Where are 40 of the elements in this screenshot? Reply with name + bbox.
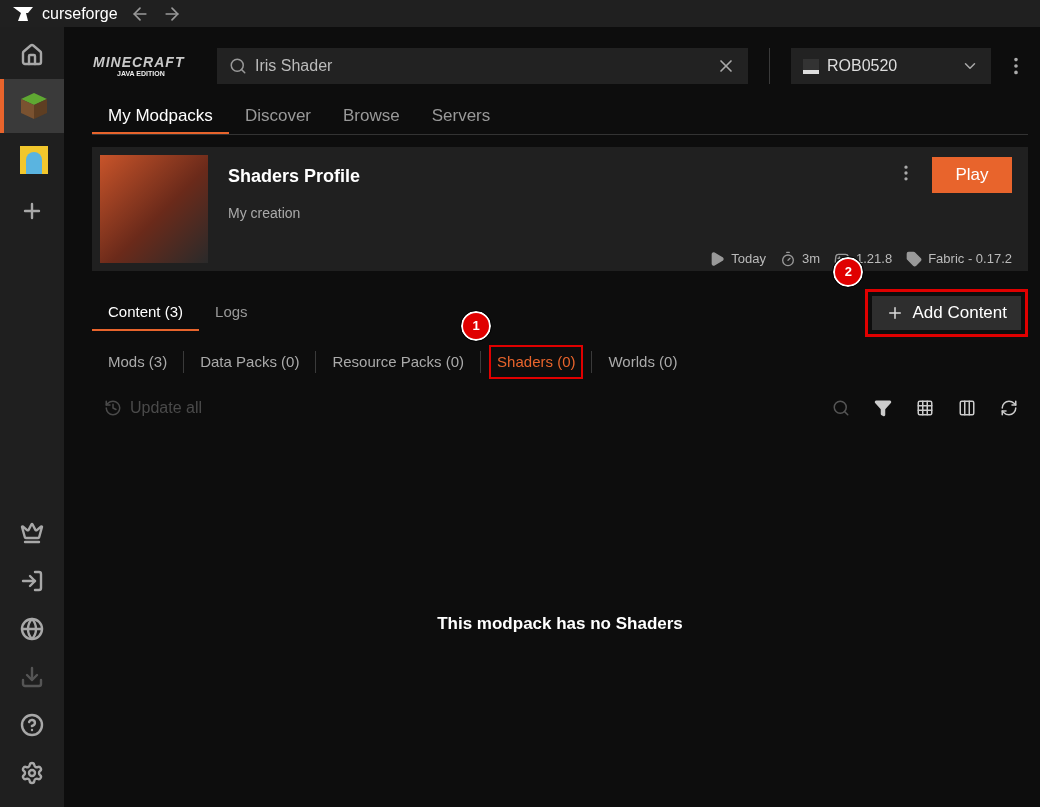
category-tab[interactable]: Shaders (0) (489, 345, 584, 379)
empty-message: This modpack has no Shaders (437, 613, 683, 635)
meta-text: Today (731, 250, 766, 268)
profile-title: Shaders Profile (228, 165, 362, 188)
category-tab[interactable]: Data Packs (0) (192, 345, 308, 379)
category-tab[interactable]: Worlds (0) (600, 345, 686, 379)
meta-text: Fabric - 0.17.2 (928, 250, 1012, 268)
meta-text: 1.21.8 (856, 250, 893, 268)
history-icon (104, 399, 122, 417)
refresh-icon[interactable] (1000, 399, 1018, 417)
search-field[interactable]: Iris Shader (217, 48, 748, 84)
anvil-logo-icon (12, 5, 34, 22)
tag-icon (906, 250, 923, 267)
columns-icon[interactable] (958, 399, 976, 417)
profile-subtitle: My creation (228, 204, 302, 223)
nav-tab[interactable]: Discover (228, 99, 327, 134)
grass-block-item[interactable] (0, 79, 64, 133)
category-tab[interactable]: Resource Packs (0) (324, 345, 473, 379)
add-content-button[interactable]: Add Content (872, 296, 1021, 330)
account-dropdown[interactable]: ROB0520 (791, 48, 991, 84)
nav-tab[interactable]: My Modpacks (92, 99, 229, 134)
game-logo-title: MINECRAFT (93, 55, 185, 69)
nav-tab[interactable]: Servers (415, 99, 507, 134)
search-input[interactable]: Iris Shader (255, 54, 708, 78)
annotation-badge: 1 (461, 311, 492, 341)
content-tab[interactable]: Content (3) (92, 295, 200, 331)
category-tab[interactable]: Mods (3) (100, 345, 176, 379)
stopwatch-icon (779, 250, 796, 267)
meta-text: 3m (801, 250, 820, 268)
search-icon[interactable] (832, 399, 850, 417)
grid-icon[interactable] (916, 399, 934, 417)
grass-block-icon (19, 91, 49, 121)
play-icon (709, 250, 726, 267)
filter-icon[interactable] (874, 399, 892, 417)
nav-tab[interactable]: Browse (327, 99, 416, 134)
account-avatar-icon (803, 58, 819, 74)
avatar-icon (20, 146, 48, 174)
search-icon (229, 57, 247, 75)
content-tab[interactable]: Logs (199, 295, 264, 331)
app-name: curseforge (42, 3, 118, 24)
